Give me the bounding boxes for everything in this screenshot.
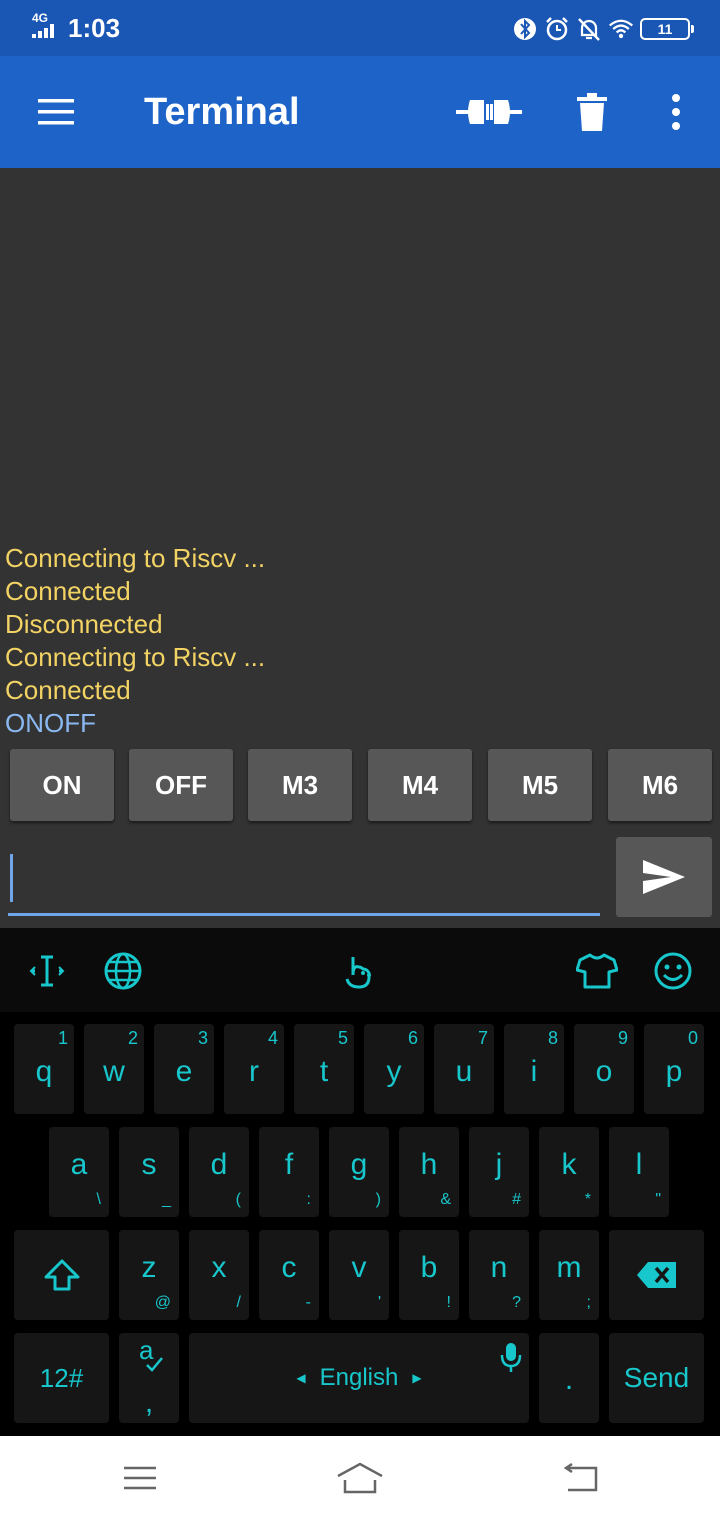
- theme-shirt-icon[interactable]: [574, 948, 620, 994]
- notifications-off-icon: [576, 16, 602, 42]
- cursor-icon[interactable]: [24, 948, 70, 994]
- macro-button-m5[interactable]: M5: [488, 749, 592, 821]
- terminal-line: Connected: [5, 576, 131, 606]
- input-underline: [8, 913, 600, 916]
- battery-level: 11: [657, 21, 673, 37]
- key-d[interactable]: d(: [189, 1127, 249, 1217]
- message-input-wrapper: [8, 842, 600, 916]
- key-f[interactable]: f:: [259, 1127, 319, 1217]
- key-s[interactable]: s _: [119, 1127, 179, 1217]
- keyboard-toolbar: [0, 928, 720, 1012]
- backspace-key[interactable]: [609, 1230, 704, 1320]
- status-bar: 4G 1:03 11: [0, 0, 720, 56]
- key-p[interactable]: 0p: [644, 1024, 704, 1114]
- clock: 1:03: [68, 13, 121, 43]
- key-r[interactable]: 4r: [224, 1024, 284, 1114]
- terminal-line: Connecting to Riscv ...: [5, 642, 266, 672]
- shift-key[interactable]: [14, 1230, 109, 1320]
- status-icons: 11: [512, 14, 694, 44]
- key-w[interactable]: 2w: [84, 1024, 144, 1114]
- space-language-label: English: [319, 1364, 399, 1391]
- period-key[interactable]: .: [539, 1333, 599, 1423]
- back-icon: [563, 1462, 598, 1492]
- key-a[interactable]: a \: [49, 1127, 109, 1217]
- terminal-line-sent: ONOFF: [5, 708, 96, 738]
- key-x[interactable]: x /: [189, 1230, 249, 1320]
- key-l[interactable]: l ": [609, 1127, 669, 1217]
- key-n[interactable]: n?: [469, 1230, 529, 1320]
- delete-icon: [577, 93, 607, 131]
- key-j[interactable]: j #: [469, 1127, 529, 1217]
- app-toolbar: Terminal: [0, 56, 720, 168]
- terminal-line: Disconnected: [5, 609, 163, 639]
- send-icon: [643, 860, 685, 894]
- connect-icon: [456, 100, 522, 124]
- emoji-icon[interactable]: [650, 948, 696, 994]
- macro-button-off[interactable]: OFF: [129, 749, 233, 821]
- key-y[interactable]: 6y: [364, 1024, 424, 1114]
- macro-button-on[interactable]: ON: [10, 749, 114, 821]
- accent-a-icon: a: [139, 1337, 163, 1372]
- key-o[interactable]: 9o: [574, 1024, 634, 1114]
- terminal-line: Connected: [5, 675, 131, 705]
- send-enter-key[interactable]: Send: [609, 1333, 704, 1423]
- macro-button-m3[interactable]: M3: [248, 749, 352, 821]
- key-i[interactable]: 8i: [504, 1024, 564, 1114]
- clear-button[interactable]: [564, 84, 620, 140]
- macro-button-m4[interactable]: M4: [368, 749, 472, 821]
- macro-button-m6[interactable]: M6: [608, 749, 712, 821]
- arrow-left-icon: ◀: [296, 1371, 306, 1385]
- key-t[interactable]: 5t: [294, 1024, 354, 1114]
- key-z[interactable]: z @: [119, 1230, 179, 1320]
- symbols-key[interactable]: 12#: [14, 1333, 109, 1423]
- key-c[interactable]: c-: [259, 1230, 319, 1320]
- text-caret: [10, 854, 13, 902]
- key-m[interactable]: m;: [539, 1230, 599, 1320]
- key-q[interactable]: 1q: [14, 1024, 74, 1114]
- key-v[interactable]: v ': [329, 1230, 389, 1320]
- message-input[interactable]: [8, 842, 600, 912]
- space-bar[interactable]: ◀ English ▶: [189, 1333, 529, 1423]
- gesture-icon[interactable]: [336, 948, 382, 994]
- more-vert-icon: [672, 94, 680, 130]
- page-title: Terminal: [144, 91, 300, 133]
- alarm-icon: [544, 16, 570, 42]
- soft-keyboard: 1q 2w 3e 4r 5t 6y 7u 8i 9o 0p a \ s _ d( f…: [0, 928, 720, 1436]
- connect-button[interactable]: [456, 84, 522, 140]
- wifi-icon: [608, 16, 634, 42]
- shift-icon: [44, 1259, 79, 1291]
- key-u[interactable]: 7u: [434, 1024, 494, 1114]
- key-e[interactable]: 3e: [154, 1024, 214, 1114]
- menu-icon: [124, 1466, 156, 1490]
- backspace-icon: [636, 1262, 676, 1288]
- home-button[interactable]: [336, 1456, 384, 1500]
- svg-text:a: a: [139, 1337, 154, 1365]
- macro-buttons: ON OFF M3 M4 M5 M6: [10, 749, 712, 821]
- recents-button[interactable]: [116, 1456, 164, 1500]
- hamburger-menu-icon: [38, 99, 74, 125]
- menu-button[interactable]: [28, 84, 84, 140]
- key-g[interactable]: g): [329, 1127, 389, 1217]
- back-button[interactable]: [556, 1456, 604, 1500]
- language-comma-key[interactable]: a ,: [119, 1333, 179, 1423]
- terminal-line: Connecting to Riscv ...: [5, 543, 266, 573]
- globe-icon[interactable]: [100, 948, 146, 994]
- home-icon: [337, 1462, 383, 1494]
- bluetooth-icon: [512, 16, 538, 42]
- arrow-right-icon: ▶: [412, 1371, 422, 1385]
- terminal-output[interactable]: Connecting to Riscv ... Connected Discon…: [5, 542, 265, 740]
- microphone-icon: [500, 1343, 522, 1372]
- key-h[interactable]: h &: [399, 1127, 459, 1217]
- send-button[interactable]: [616, 837, 712, 917]
- more-options-button[interactable]: [648, 84, 704, 140]
- system-nav-bar: [0, 1436, 720, 1520]
- cellular-signal-icon: 4G: [32, 12, 62, 40]
- key-b[interactable]: b!: [399, 1230, 459, 1320]
- key-k[interactable]: k *: [539, 1127, 599, 1217]
- network-type: 4G: [32, 11, 49, 25]
- battery-icon: 11: [640, 18, 694, 40]
- terminal-panel: Connecting to Riscv ... Connected Discon…: [0, 168, 720, 928]
